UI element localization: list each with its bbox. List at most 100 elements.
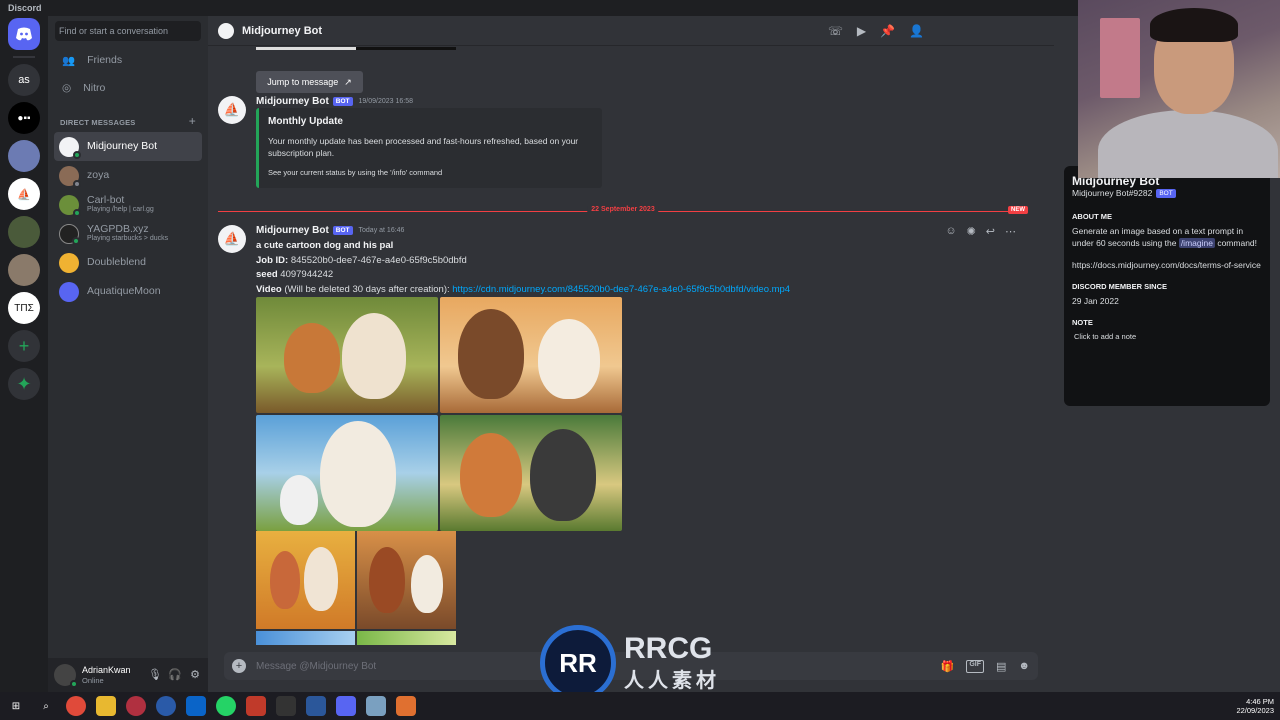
server-sailboat-icon[interactable]: ⛵ xyxy=(8,178,40,210)
user-avatar[interactable] xyxy=(54,664,78,688)
add-reaction-icon[interactable]: ☺ xyxy=(945,225,956,238)
avatar xyxy=(59,136,81,159)
microphone-icon[interactable]: 🎙 xyxy=(148,668,162,682)
generated-image[interactable] xyxy=(440,297,622,413)
discord-home-icon[interactable] xyxy=(8,18,40,50)
nav-friends[interactable]: 👥 Friends xyxy=(48,46,208,74)
server-bot-icon[interactable]: ●▪▪ xyxy=(8,102,40,134)
message-actions: ☺ ✺ ↩ ⋯ xyxy=(945,225,1016,238)
pinned-messages-icon[interactable]: 📌 xyxy=(880,24,895,38)
generated-image[interactable] xyxy=(256,297,438,413)
member-since-heading: DISCORD MEMBER SINCE xyxy=(1072,281,1168,291)
jump-to-message-button[interactable]: Jump to message ↗ xyxy=(256,71,363,93)
more-options-icon[interactable]: ⋯ xyxy=(1005,225,1016,238)
video-link[interactable]: https://cdn.midjourney.com/845520b0-dee7… xyxy=(452,284,790,295)
discord-taskbar-icon[interactable] xyxy=(336,696,356,716)
generated-image[interactable] xyxy=(256,631,355,645)
app-icon[interactable] xyxy=(366,696,386,716)
watermark-circle: RR xyxy=(540,625,616,701)
emoji-icon[interactable]: ☻ xyxy=(1018,660,1030,673)
profile-tag: Midjourney Bot#9282 xyxy=(1072,188,1153,198)
system-clock[interactable]: 4:46 PM 22/09/2023 xyxy=(1236,697,1274,715)
server-as[interactable]: as xyxy=(8,64,40,96)
server-label: TΠΣ xyxy=(14,302,34,314)
voice-call-icon[interactable]: ☏ xyxy=(828,24,843,38)
dm-sidebar: Find or start a conversation 👥 Friends ◎… xyxy=(48,16,208,692)
previous-image-edge xyxy=(256,47,456,50)
gif-icon[interactable]: GIF xyxy=(966,659,985,673)
attach-plus-icon[interactable]: + xyxy=(232,659,246,673)
embed-footer: See your current status by using the '/i… xyxy=(268,167,443,177)
note-input[interactable]: Click to add a note xyxy=(1072,332,1262,343)
chat-panel: Midjourney Bot ☏ ▶ 📌 👤 Jump to message ↗… xyxy=(208,16,1054,692)
generated-image[interactable] xyxy=(357,531,456,629)
reply-icon[interactable]: ↩ xyxy=(986,225,995,238)
bot-badge: BOT xyxy=(332,97,353,106)
outlook-icon[interactable] xyxy=(186,696,206,716)
add-server-icon[interactable]: + xyxy=(8,330,40,362)
nitro-icon: ◎ xyxy=(62,82,72,94)
explore-icon[interactable]: ✦ xyxy=(8,368,40,400)
server-dog-icon[interactable] xyxy=(8,254,40,286)
generated-image[interactable] xyxy=(256,415,438,531)
word-icon[interactable] xyxy=(306,696,326,716)
server-avatar-icon[interactable] xyxy=(8,140,40,172)
author-name[interactable]: Midjourney Bot xyxy=(256,225,329,236)
server-people-icon[interactable] xyxy=(8,216,40,248)
app-icon[interactable] xyxy=(246,696,266,716)
divider-date: 22 September 2023 xyxy=(587,206,659,213)
dm-name: YAGPDB.xyz xyxy=(87,223,149,236)
seed-value: 4097944242 xyxy=(280,269,334,280)
create-dm-icon[interactable]: + xyxy=(189,114,196,128)
dm-item-yagpdb[interactable]: YAGPDB.xyz Playing starbucks > ducks xyxy=(54,219,202,248)
search-input[interactable]: Find or start a conversation xyxy=(55,21,201,41)
app-icon[interactable] xyxy=(126,696,146,716)
dm-item-doubleblend[interactable]: Doubleblend xyxy=(54,248,202,277)
app-reaction-icon[interactable]: ✺ xyxy=(967,225,976,238)
seed-label: seed xyxy=(256,269,278,280)
nav-nitro[interactable]: ◎ Nitro xyxy=(48,74,208,102)
generated-image[interactable] xyxy=(357,631,456,645)
embed-body: Your monthly update has been processed a… xyxy=(268,136,579,158)
video-call-icon[interactable]: ▶ xyxy=(857,24,866,38)
watermark-logo: RR RRCG 人人素材 xyxy=(540,625,720,701)
avatar xyxy=(218,22,234,39)
chrome-icon[interactable] xyxy=(66,696,86,716)
timestamp: Today at 16:46 xyxy=(358,227,405,234)
windows-start-icon[interactable]: ⊞ xyxy=(6,696,26,716)
job-id-value: 845520b0-dee7-467e-a4e0-65f9c5b0dbfd xyxy=(290,254,467,266)
dm-item-zoya[interactable]: zoya xyxy=(54,161,202,190)
dm-item-midjourney[interactable]: Midjourney Bot xyxy=(54,132,202,161)
terms-link[interactable]: https://docs.midjourney.com/docs/terms-o… xyxy=(1072,260,1262,272)
dm-header-label: DIRECT MESSAGES xyxy=(60,118,136,127)
file-explorer-icon[interactable] xyxy=(96,696,116,716)
search-icon[interactable]: ⌕ xyxy=(36,696,56,716)
prompt-text: a cute cartoon dog and his pal xyxy=(256,240,394,251)
gift-icon[interactable]: 🎁 xyxy=(941,660,955,673)
presenter-shirt xyxy=(1098,110,1278,178)
server-tps[interactable]: TΠΣ xyxy=(8,292,40,324)
dm-item-carl-bot[interactable]: Carl-bot Playing /help | carl.gg xyxy=(54,190,202,219)
message-imagine-result: ⛵ Midjourney Bot BOT Today at 16:46 ☺ ✺ … xyxy=(218,225,1036,646)
bot-avatar[interactable]: ⛵ xyxy=(218,96,246,124)
headphones-icon[interactable]: 🎧 xyxy=(168,668,182,682)
imagine-command[interactable]: /imagine xyxy=(1178,237,1215,248)
embed-card: Monthly Update Your monthly update has b… xyxy=(256,108,602,188)
author-name[interactable]: Midjourney Bot xyxy=(256,96,329,107)
sticker-icon[interactable]: ▤ xyxy=(996,660,1006,673)
dm-name: Doubleblend xyxy=(87,255,146,268)
app-icon[interactable] xyxy=(156,696,176,716)
username: AdrianKwan xyxy=(82,665,131,676)
settings-gear-icon[interactable]: ⚙ xyxy=(188,668,202,682)
bot-avatar[interactable]: ⛵ xyxy=(218,225,246,253)
generated-image[interactable] xyxy=(440,415,622,531)
add-friends-icon[interactable]: 👤 xyxy=(909,24,924,38)
dm-item-aquatiquemoon[interactable]: AquatiqueMoon xyxy=(54,277,202,306)
dm-name: zoya xyxy=(87,168,110,181)
message-input[interactable]: Message @Midjourney Bot xyxy=(256,661,376,672)
whatsapp-icon[interactable] xyxy=(216,696,236,716)
generated-image[interactable] xyxy=(256,531,355,629)
app-icon[interactable] xyxy=(276,696,296,716)
app-icon[interactable] xyxy=(396,696,416,716)
server-rail: as ●▪▪ ⛵ TΠΣ + ✦ xyxy=(0,16,48,692)
